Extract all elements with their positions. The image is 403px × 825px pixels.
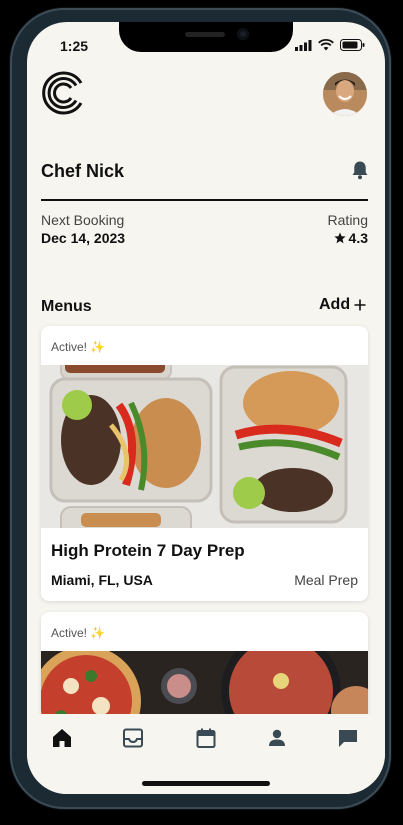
rating-label: Rating [327, 212, 368, 228]
wifi-icon [318, 39, 334, 51]
home-icon[interactable] [50, 726, 74, 750]
notch [119, 22, 293, 52]
home-indicator [142, 781, 270, 786]
menus-title: Menus [41, 298, 92, 315]
tab-bar [27, 714, 385, 794]
avatar[interactable] [323, 72, 367, 116]
add-label: Add [319, 296, 351, 313]
inbox-icon[interactable] [121, 726, 145, 750]
plus-icon [354, 299, 366, 311]
status-time: 1:25 [60, 38, 89, 54]
rating-value: 4.3 [333, 230, 368, 246]
next-booking-value: Dec 14, 2023 [41, 230, 126, 246]
chat-icon[interactable] [336, 726, 360, 750]
card-status: Active! ✨ [51, 626, 105, 640]
menu-card[interactable]: Active! ✨ High Protein 7 Day Prep Miami,… [41, 326, 368, 601]
calendar-icon[interactable] [194, 726, 218, 750]
next-booking-label: Next Booking [41, 212, 125, 228]
rating-number: 4.3 [348, 230, 368, 246]
meal-prep-photo [41, 365, 368, 528]
battery-icon [340, 39, 365, 51]
notification-bell-icon[interactable] [351, 160, 369, 180]
divider [41, 199, 368, 201]
card-location: Miami, FL, USA [51, 572, 153, 588]
sparkle-icon: ✨ [90, 340, 106, 354]
status-text: Active! [51, 340, 88, 354]
app-screen: 1:25 Chef Nick Next Booking Dec 14, 2023… [27, 22, 385, 794]
chef-name: Chef Nick [41, 161, 125, 181]
sparkle-icon: ✨ [90, 626, 106, 640]
card-title: High Protein 7 Day Prep [51, 541, 245, 560]
status-text: Active! [51, 626, 88, 640]
add-menu-button[interactable]: Add [319, 296, 366, 314]
card-category: Meal Prep [294, 572, 358, 588]
card-status: Active! ✨ [51, 340, 105, 354]
status-icons [295, 39, 365, 51]
star-icon [333, 232, 346, 244]
chef-photo [323, 72, 367, 116]
profile-icon[interactable] [265, 726, 289, 750]
signal-icon [295, 39, 312, 51]
app-logo [42, 71, 83, 115]
